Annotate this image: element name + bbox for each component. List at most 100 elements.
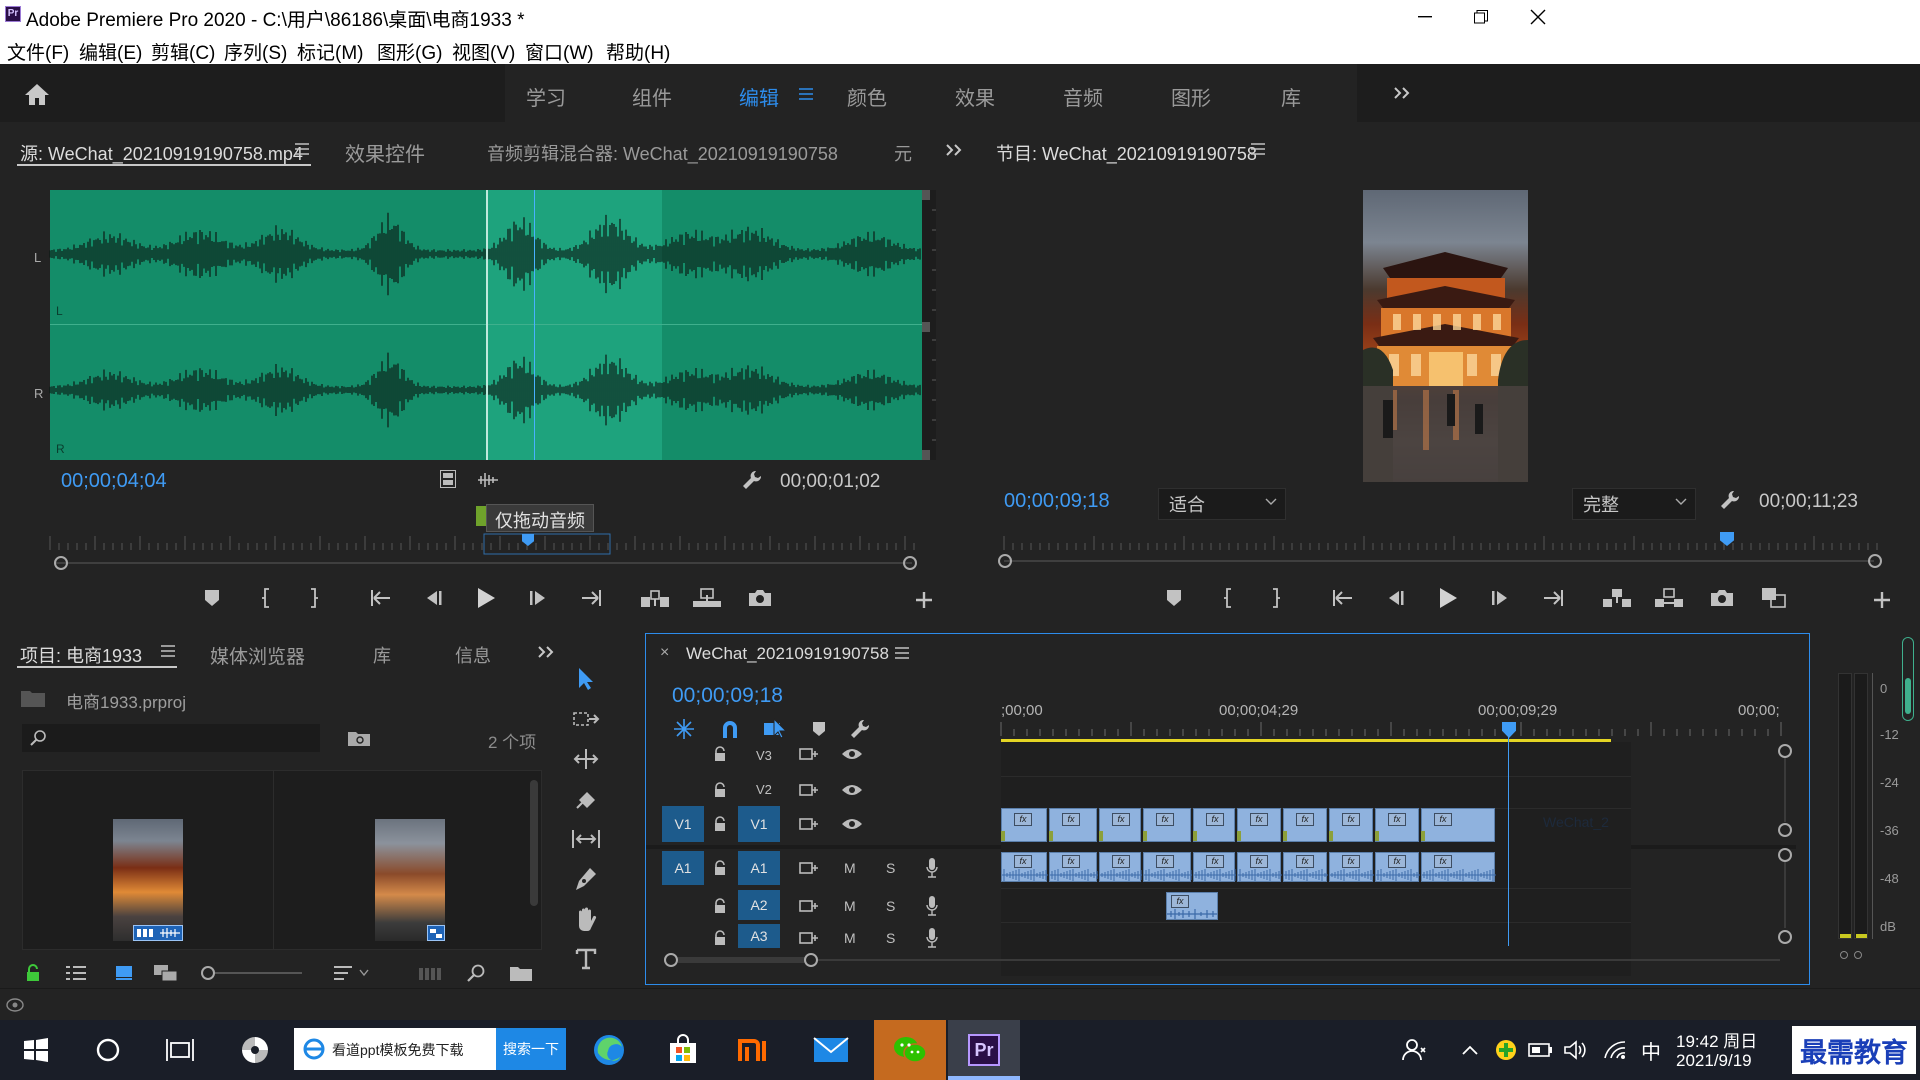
a1-audio-clip[interactable]: fx xyxy=(1329,852,1374,882)
battery-icon[interactable] xyxy=(1526,1020,1556,1080)
tab-source[interactable]: 源: WeChat_20210919190758.mp4 xyxy=(20,140,303,166)
workspace-menu-icon[interactable] xyxy=(796,84,816,104)
nest-toggle-icon[interactable] xyxy=(672,718,696,740)
a1-audio-clip[interactable]: fx xyxy=(1049,852,1098,882)
tab-effect-controls[interactable]: 效果控件 xyxy=(345,138,425,167)
voice-over-record-mic-icon[interactable] xyxy=(922,894,942,918)
audio-scroll-handle-top[interactable] xyxy=(1778,848,1792,862)
toggle-track-output-eye-icon[interactable] xyxy=(840,814,864,834)
source-add-button-icon[interactable] xyxy=(912,588,936,612)
toggle-track-output-eye-icon[interactable] xyxy=(840,744,864,764)
a1-audio-clip[interactable]: fx xyxy=(1143,852,1192,882)
source-scroll-handle-right[interactable] xyxy=(903,556,917,570)
mi-app-icon[interactable] xyxy=(732,1020,782,1080)
source-patch-v1[interactable]: V1 xyxy=(662,806,704,842)
v1-video-clip[interactable]: fx xyxy=(1099,808,1141,842)
a1-audio-clip[interactable]: fx xyxy=(1237,852,1282,882)
slip-tool-icon[interactable] xyxy=(566,822,606,856)
source-settings-wrench-icon[interactable] xyxy=(740,468,764,492)
tab-libraries[interactable]: 库 xyxy=(373,642,391,668)
network-wifi-icon[interactable] xyxy=(1600,1020,1630,1080)
icon-view-icon[interactable] xyxy=(112,962,136,984)
type-tool-icon[interactable] xyxy=(566,942,606,976)
razor-tool-icon[interactable] xyxy=(566,782,606,816)
track-lock-icon[interactable] xyxy=(710,858,730,878)
vscroll-track[interactable] xyxy=(1784,862,1786,928)
timeline-ruler[interactable] xyxy=(1000,722,1782,736)
linked-selection-icon[interactable] xyxy=(762,716,788,740)
menu-window[interactable]: 窗口(W) xyxy=(525,38,594,65)
v1-video-clip[interactable]: fx xyxy=(1237,808,1281,842)
sort-icons-icon[interactable] xyxy=(332,962,372,984)
program-settings-wrench-icon[interactable] xyxy=(1718,488,1742,512)
a1-audio-clip[interactable]: fx xyxy=(1283,852,1328,882)
a1-audio-clip[interactable]: fx xyxy=(1375,852,1420,882)
workspace-color[interactable]: 颜色 xyxy=(847,82,887,111)
video-scroll-handle-top[interactable] xyxy=(1778,744,1792,758)
program-timeline-ruler[interactable] xyxy=(1003,534,1884,554)
meter-scrollbar-thumb[interactable] xyxy=(1905,678,1911,714)
video-scroll-handle-bottom[interactable] xyxy=(1778,823,1792,837)
v1-video-clip[interactable]: fx xyxy=(1193,808,1235,842)
toggle-track-output-eye-icon[interactable] xyxy=(840,780,864,800)
source-go-to-out-icon[interactable] xyxy=(578,586,604,610)
ie-search-box[interactable]: 看道ppt模板免费下载 xyxy=(294,1028,496,1070)
source-go-to-in-icon[interactable] xyxy=(368,586,394,610)
v1-video-clip[interactable]: fx xyxy=(1375,808,1419,842)
v1-video-clip[interactable]: fx xyxy=(1001,808,1047,842)
timeline-close-icon[interactable]: × xyxy=(660,644,669,662)
list-view-icon[interactable] xyxy=(64,962,88,984)
track-lock-icon[interactable] xyxy=(710,814,730,834)
mute-track-button[interactable]: M xyxy=(844,860,856,876)
project-panel-menu-icon[interactable] xyxy=(160,644,176,658)
source-overflow-icon[interactable] xyxy=(944,140,964,160)
program-add-button-icon[interactable] xyxy=(1870,588,1894,612)
thumbnail-size-slider[interactable] xyxy=(206,972,302,974)
selection-tool-icon[interactable] xyxy=(566,662,606,696)
timeline-timecode[interactable]: 00;00;09;18 xyxy=(672,684,783,708)
playback-resolution-dropdown[interactable]: 完整 xyxy=(1572,488,1696,520)
voice-over-record-mic-icon[interactable] xyxy=(922,926,942,950)
workspace-assembly[interactable]: 组件 xyxy=(632,82,672,111)
a1-audio-clip[interactable]: fx xyxy=(1001,852,1048,882)
taskbar-date[interactable]: 2021/9/19 xyxy=(1676,1051,1752,1071)
premiere-taskbar-icon[interactable]: Pr xyxy=(948,1020,1020,1080)
project-clip-thumbnail-1[interactable] xyxy=(113,819,183,941)
sync-lock-icon[interactable] xyxy=(798,744,820,764)
project-search-input[interactable] xyxy=(22,724,320,752)
swirl-app-icon[interactable] xyxy=(230,1020,280,1080)
automate-to-sequence-icon[interactable] xyxy=(418,962,444,984)
track-target-a1[interactable]: A1 xyxy=(738,851,780,885)
menu-help[interactable]: 帮助(H) xyxy=(606,38,670,65)
track-lock-icon[interactable] xyxy=(710,928,730,948)
track-lock-icon[interactable] xyxy=(710,780,730,800)
timeline-settings-wrench-icon[interactable] xyxy=(848,718,872,740)
windows-start-icon[interactable] xyxy=(14,1020,58,1080)
v1-video-clip[interactable]: fx xyxy=(1329,808,1373,842)
ie-search-button[interactable]: 搜索一下 xyxy=(496,1028,566,1070)
show-hidden-icons-chevron-icon[interactable] xyxy=(1456,1020,1484,1080)
a1-audio-clip[interactable]: fx xyxy=(1099,852,1142,882)
v1-video-clip[interactable]: fx xyxy=(1049,808,1097,842)
menu-markers[interactable]: 标记(M) xyxy=(297,38,363,65)
solo-left-button[interactable] xyxy=(1840,951,1848,959)
program-mark-out-icon[interactable] xyxy=(1264,586,1288,610)
lock-icon[interactable] xyxy=(22,962,44,984)
timeline-hscroll-track[interactable] xyxy=(670,959,1780,961)
ime-indicator[interactable]: 中 xyxy=(1636,1020,1666,1080)
voice-over-record-mic-icon[interactable] xyxy=(922,856,942,880)
track-lock-icon[interactable] xyxy=(710,896,730,916)
sync-lock-icon[interactable] xyxy=(798,928,820,948)
tab-info[interactable]: 信息 xyxy=(455,642,491,668)
source-play-icon[interactable] xyxy=(472,584,500,612)
tab-program[interactable]: 节目: WeChat_20210919190758 xyxy=(996,140,1257,166)
store-icon[interactable] xyxy=(658,1020,708,1080)
home-icon[interactable] xyxy=(22,80,52,108)
mute-track-button[interactable]: M xyxy=(844,898,856,914)
mail-icon[interactable] xyxy=(806,1020,856,1080)
menu-file[interactable]: 文件(F) xyxy=(7,38,69,65)
hand-tool-icon[interactable] xyxy=(566,902,606,936)
project-scrollbar[interactable] xyxy=(530,780,538,906)
project-overflow-icon[interactable] xyxy=(536,642,556,662)
timeline-panel-menu-icon[interactable] xyxy=(894,646,910,660)
